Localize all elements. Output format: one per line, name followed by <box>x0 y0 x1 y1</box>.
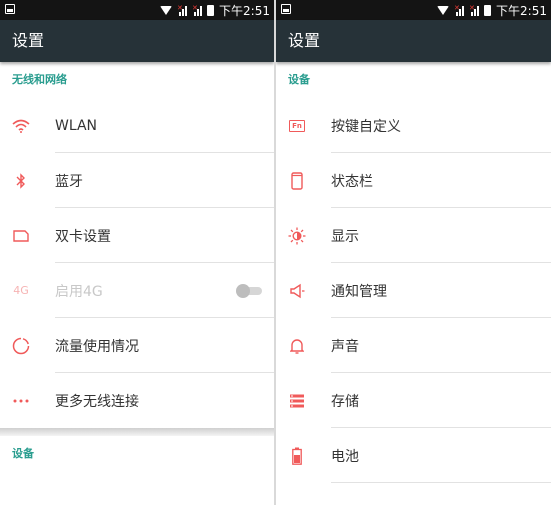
fn-key-icon: Fn <box>288 117 306 135</box>
section-header-device: 设备 <box>12 447 34 460</box>
scroll-shadow <box>0 428 274 436</box>
settings-item-label: WLAN <box>55 117 98 134</box>
brightness-icon <box>288 227 306 245</box>
status-time: 下午2:51 <box>219 3 270 18</box>
enable-4g-toggle <box>236 283 262 298</box>
settings-item-label: 电池 <box>331 448 359 465</box>
battery-icon <box>288 447 306 465</box>
settings-item-label: 流量使用情况 <box>55 338 139 355</box>
sim2-signal-icon: ✕ <box>192 4 203 16</box>
wifi-signal-icon <box>160 5 173 15</box>
status-bar: ✕ ✕ 下午2:51 <box>0 0 274 20</box>
settings-item-label: 状态栏 <box>331 173 373 190</box>
settings-item-label: 启用4G <box>55 283 103 300</box>
status-time: 下午2:51 <box>496 3 547 18</box>
app-title: 设置 <box>0 20 274 62</box>
settings-item-bluetooth[interactable]: 蓝牙 <box>0 153 274 208</box>
settings-item-label: 声音 <box>331 338 359 355</box>
settings-item-wlan[interactable]: WLAN <box>0 98 274 153</box>
settings-item-label: 按键自定义 <box>331 118 401 135</box>
wifi-icon <box>12 117 30 135</box>
more-icon <box>12 392 30 410</box>
sim2-signal-icon: ✕ <box>469 4 480 16</box>
status-bar-icon <box>288 171 306 190</box>
wifi-signal-icon <box>437 5 450 15</box>
settings-item-enable-4g: 4G 启用4G <box>0 263 274 318</box>
settings-item-label: 蓝牙 <box>55 173 83 190</box>
section-header-device: 设备 <box>288 73 310 86</box>
sim1-signal-icon: ✕ <box>177 4 188 16</box>
storage-icon <box>288 392 306 410</box>
settings-item-battery[interactable]: 电池 <box>276 428 551 483</box>
divider <box>331 482 551 483</box>
settings-item-label: 更多无线连接 <box>55 393 139 410</box>
bluetooth-icon <box>12 172 30 190</box>
settings-item-label: 存储 <box>331 393 359 410</box>
settings-item-key-customize[interactable]: Fn 按键自定义 <box>276 98 551 153</box>
status-bar: ✕ ✕ 下午2:51 <box>276 0 551 20</box>
settings-item-storage[interactable]: 存储 <box>276 373 551 428</box>
app-title: 设置 <box>276 20 551 62</box>
right-screen: ✕ ✕ 下午2:51 设置 设备 Fn 按键自定义 状态栏 显示 通知管理 声音… <box>276 0 551 505</box>
battery-status-icon <box>207 4 215 16</box>
data-usage-icon <box>12 337 30 355</box>
battery-status-icon <box>484 4 492 16</box>
settings-item-data-usage[interactable]: 流量使用情况 <box>0 318 274 373</box>
settings-item-sound[interactable]: 声音 <box>276 318 551 373</box>
settings-item-display[interactable]: 显示 <box>276 208 551 263</box>
section-header-wireless: 无线和网络 <box>12 73 67 86</box>
left-screen: ✕ ✕ 下午2:51 设置 无线和网络 WLAN 蓝牙 双卡设置 4G 启用4G <box>0 0 274 505</box>
settings-item-dual-sim[interactable]: 双卡设置 <box>0 208 274 263</box>
settings-item-status-bar[interactable]: 状态栏 <box>276 153 551 208</box>
settings-item-label: 显示 <box>331 228 359 245</box>
image-notification-icon <box>281 4 291 14</box>
sim1-signal-icon: ✕ <box>454 4 465 16</box>
settings-item-label: 双卡设置 <box>55 228 111 245</box>
settings-item-notifications[interactable]: 通知管理 <box>276 263 551 318</box>
image-notification-icon <box>5 4 15 14</box>
4g-icon: 4G <box>13 284 29 297</box>
settings-item-more-wireless[interactable]: 更多无线连接 <box>0 373 274 428</box>
settings-item-label: 通知管理 <box>331 283 387 300</box>
sim-card-icon <box>12 227 30 245</box>
bell-icon <box>288 337 306 355</box>
notification-speaker-icon <box>288 282 306 300</box>
